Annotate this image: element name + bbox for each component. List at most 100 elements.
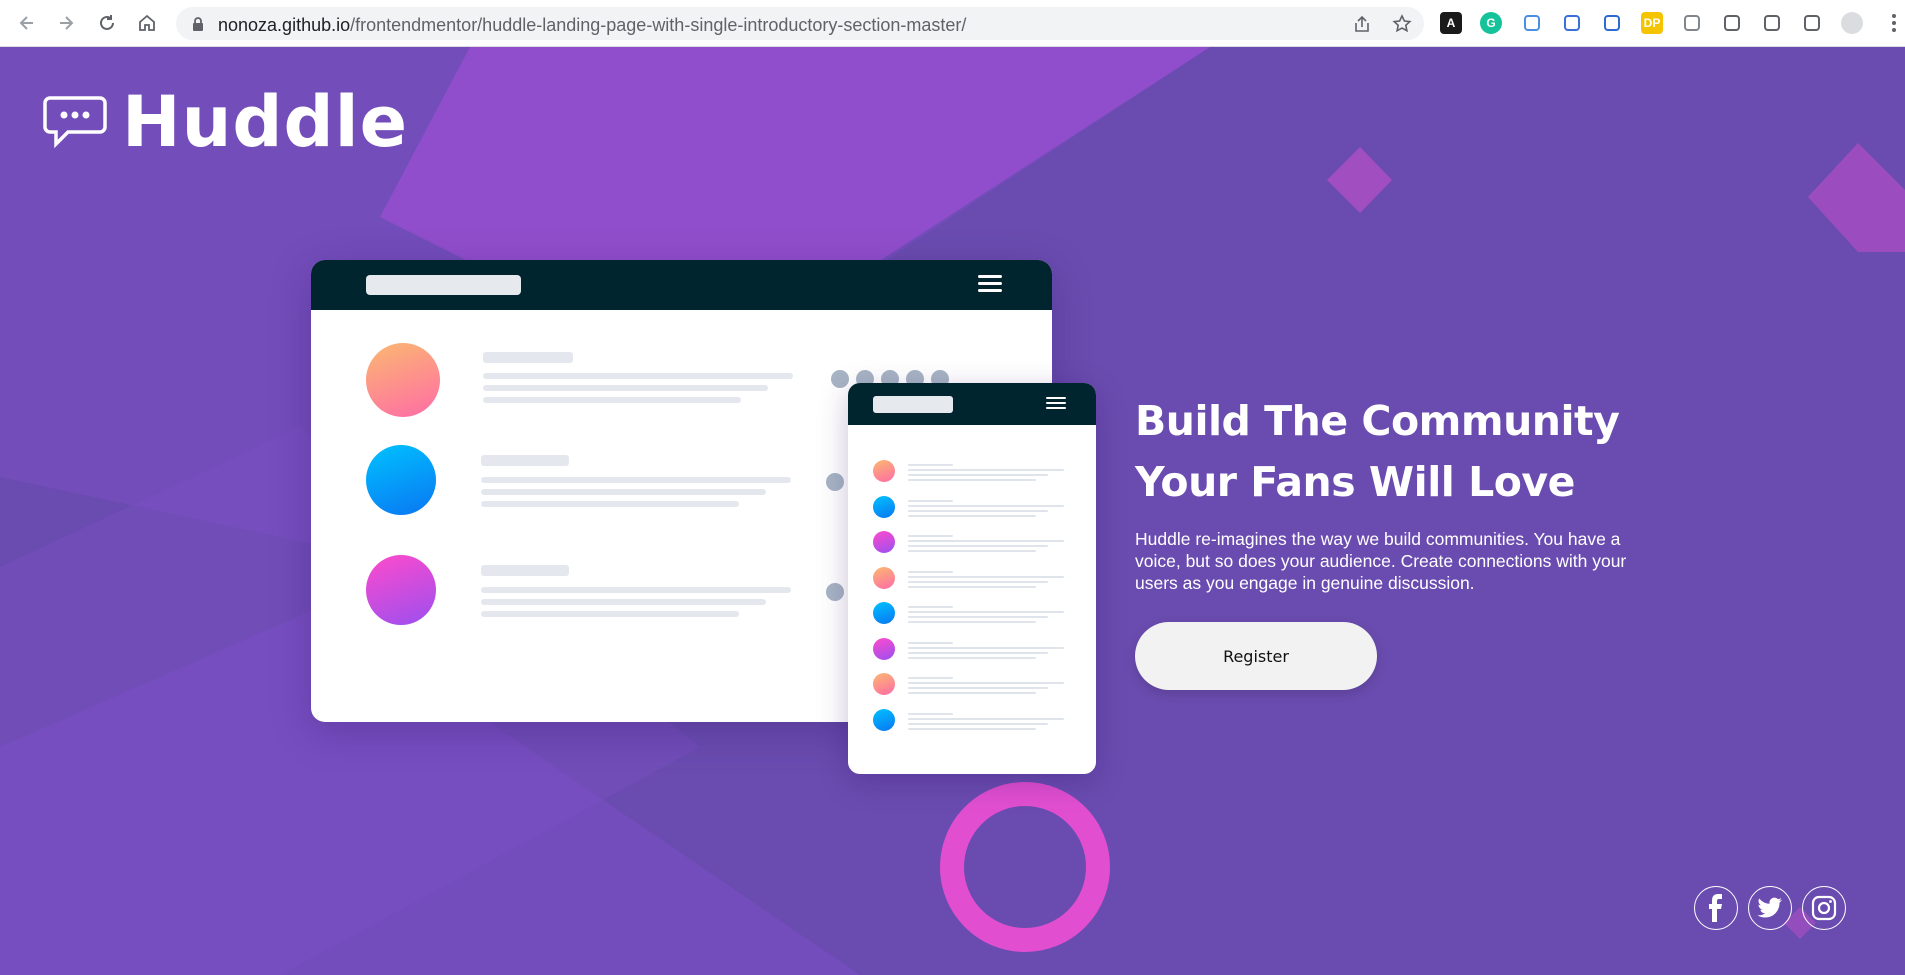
mobile-list-item (848, 602, 1096, 632)
placeholder-line (481, 455, 569, 466)
placeholder-line (908, 727, 1036, 730)
mockup-title-placeholder (366, 275, 521, 295)
screen-recorder-icon[interactable] (1561, 12, 1583, 34)
placeholder-line (908, 499, 953, 502)
adobe-acrobat-icon[interactable]: A (1440, 12, 1462, 34)
reload-button[interactable] (94, 10, 120, 36)
menu-kebab-icon[interactable] (1883, 12, 1905, 34)
brand-name: Huddle (122, 81, 409, 163)
side-panel-icon[interactable] (1801, 12, 1823, 34)
placeholder-line (908, 682, 1064, 684)
placeholder-line (483, 385, 768, 391)
twitter-icon (1757, 897, 1782, 918)
mobile-list-item (848, 460, 1096, 490)
facebook-icon (1709, 894, 1722, 922)
placeholder-line (481, 611, 739, 617)
placeholder-line (481, 565, 569, 576)
placeholder-line (908, 464, 953, 466)
home-button[interactable] (134, 10, 160, 36)
avatar (366, 555, 436, 625)
hero-headline: Build The Community Your Fans Will Love (1135, 397, 1620, 506)
avatar (873, 602, 895, 624)
address-bar[interactable]: nonoza.github.io/frontendmentor/huddle-l… (176, 7, 1424, 40)
placeholder-line (908, 580, 1048, 583)
huddle-logo[interactable]: Huddle (42, 87, 408, 157)
placeholder-line (908, 585, 1036, 588)
placeholder-line (908, 722, 1048, 725)
url-path: /frontendmentor/huddle-landing-page-with… (350, 15, 967, 35)
placeholder-line (481, 587, 791, 593)
url-text: nonoza.github.io/frontendmentor/huddle-l… (218, 15, 966, 36)
facebook-link[interactable] (1694, 886, 1738, 930)
mobile-list-item (848, 708, 1096, 739)
profile-avatar-icon[interactable] (1841, 12, 1863, 34)
placeholder-line (908, 479, 1036, 481)
mobile-mockup (848, 383, 1096, 774)
placeholder-line (908, 712, 953, 715)
placeholder-line (483, 373, 793, 379)
url-host: nonoza.github.io (218, 15, 351, 35)
mockup-header (848, 383, 1096, 425)
extensions-puzzle-icon[interactable] (1721, 12, 1743, 34)
placeholder-line (481, 477, 791, 483)
placeholder-line (908, 656, 1036, 659)
mobile-list-item (848, 495, 1096, 526)
mobile-list-item (848, 566, 1096, 597)
mockup-title-placeholder (873, 396, 953, 413)
dp-icon[interactable]: DP (1641, 12, 1663, 34)
placeholder-line (908, 651, 1048, 654)
avatar (873, 637, 895, 660)
twitter-link[interactable] (1748, 886, 1792, 930)
instagram-link[interactable] (1802, 886, 1846, 930)
placeholder-line (908, 514, 1036, 517)
placeholder-line (483, 397, 741, 403)
placeholder-line (908, 611, 1064, 613)
placeholder-line (908, 641, 953, 644)
placeholder-dot (831, 370, 849, 388)
placeholder-line (908, 545, 1048, 547)
placeholder-line (908, 692, 1036, 694)
placeholder-line (908, 687, 1048, 689)
placeholder-line (908, 570, 953, 573)
camera-icon[interactable] (1681, 12, 1703, 34)
bookmark-star-icon[interactable] (1392, 14, 1412, 34)
placeholder-line (481, 489, 766, 495)
placeholder-dot (826, 583, 844, 601)
placeholder-line (908, 616, 1048, 618)
avatar (873, 566, 895, 589)
placeholder-dot (826, 473, 844, 491)
placeholder-line (908, 469, 1064, 471)
placeholder-line (908, 621, 1036, 623)
share-icon[interactable] (1352, 14, 1372, 34)
placeholder-line (908, 646, 1064, 649)
avatar (873, 495, 895, 518)
arrow-left-icon (19, 16, 33, 30)
placeholder-line (908, 540, 1064, 542)
back-button[interactable] (14, 10, 40, 36)
placeholder-line (908, 606, 953, 608)
reload-icon (100, 15, 114, 30)
forward-button[interactable] (53, 10, 79, 36)
hamburger-icon (1046, 397, 1066, 409)
placeholder-line (908, 717, 1064, 720)
mobile-list-item (848, 531, 1096, 561)
avatar (873, 708, 895, 731)
grammarly-icon[interactable]: G (1480, 12, 1502, 34)
mobile-list-item (848, 637, 1096, 668)
avatar (366, 343, 440, 417)
placeholder-line (481, 599, 766, 605)
avatar (873, 673, 895, 695)
browser-toolbar: nonoza.github.io/frontendmentor/huddle-l… (0, 0, 1905, 47)
mockup-header (311, 260, 1052, 310)
placeholder-line (481, 501, 739, 507)
placeholder-line (483, 352, 573, 363)
mobile-viewer-icon[interactable] (1601, 12, 1623, 34)
media-controls-icon[interactable] (1761, 12, 1783, 34)
instagram-icon (1811, 895, 1837, 921)
avatar (366, 445, 436, 515)
placeholder-line (908, 509, 1048, 512)
placeholder-line (908, 575, 1064, 578)
register-button[interactable]: Register (1135, 622, 1377, 690)
extension-blue-icon[interactable] (1521, 12, 1543, 34)
home-icon (139, 14, 155, 31)
